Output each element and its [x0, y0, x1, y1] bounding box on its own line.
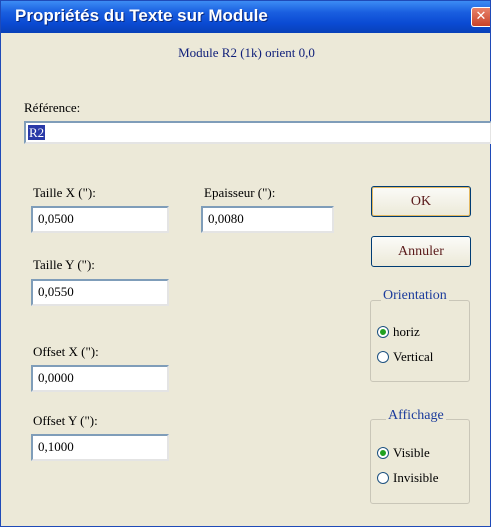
radio-unchecked-icon: [377, 472, 389, 484]
close-icon: ✕: [475, 9, 487, 24]
radio-checked-icon: [377, 447, 389, 459]
radio-visible[interactable]: Visible: [377, 445, 430, 461]
cancel-button[interactable]: Annuler: [371, 236, 471, 267]
epaisseur-label: Epaisseur ("):: [204, 185, 276, 200]
radio-vertical-label: Vertical: [393, 349, 434, 364]
radio-horiz[interactable]: horiz: [377, 324, 420, 340]
taille-y-label: Taille Y ("):: [33, 257, 95, 272]
radio-invisible[interactable]: Invisible: [377, 470, 439, 486]
orientation-group: [370, 300, 470, 382]
window-title: Propriétés du Texte sur Module: [15, 6, 268, 25]
epaisseur-input[interactable]: 0,0080: [201, 206, 334, 233]
radio-invisible-label: Invisible: [393, 470, 439, 485]
affichage-title: Affichage: [386, 408, 446, 424]
properties-dialog: Propriétés du Texte sur Module ✕ Module …: [0, 0, 491, 527]
taille-y-input[interactable]: 0,0550: [31, 279, 169, 306]
taille-x-input[interactable]: 0,0500: [31, 206, 169, 233]
offset-y-label: Offset Y ("):: [33, 413, 98, 428]
module-info: Module R2 (1k) orient 0,0: [178, 45, 315, 60]
reference-label: Référence:: [24, 100, 81, 115]
close-button[interactable]: ✕: [471, 7, 490, 27]
radio-checked-icon: [377, 326, 389, 338]
ok-button[interactable]: OK: [371, 186, 471, 217]
taille-x-label: Taille X ("):: [33, 185, 96, 200]
reference-input[interactable]: R2: [24, 121, 491, 144]
orientation-title: Orientation: [381, 288, 449, 304]
radio-vertical[interactable]: Vertical: [377, 349, 433, 365]
radio-unchecked-icon: [377, 351, 389, 363]
offset-y-input[interactable]: 0,1000: [31, 434, 169, 461]
offset-x-input[interactable]: 0,0000: [31, 365, 169, 392]
affichage-group: [370, 419, 470, 504]
offset-x-label: Offset X ("):: [33, 344, 99, 359]
radio-horiz-label: horiz: [393, 324, 420, 339]
radio-visible-label: Visible: [393, 445, 430, 460]
reference-value: R2: [28, 125, 46, 140]
title-bar[interactable]: Propriétés du Texte sur Module ✕: [1, 1, 490, 33]
